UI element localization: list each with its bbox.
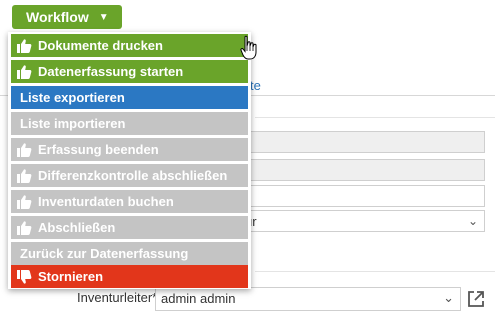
caret-down-icon: ▼ <box>98 11 109 23</box>
tab-link-fragment[interactable]: te <box>250 78 261 93</box>
menu-item-stornieren[interactable]: Stornieren <box>11 265 248 288</box>
workflow-menu: Dokumente drucken Datenerfassung starten… <box>8 32 251 289</box>
text-field[interactable] <box>240 185 485 207</box>
chevron-down-icon[interactable]: ⌄ <box>443 290 454 306</box>
workflow-button-label: Workflow <box>26 9 89 25</box>
menu-item-label: Inventurdaten buchen <box>38 194 174 209</box>
select-field[interactable]: ur ⌄ <box>240 210 485 232</box>
section-divider <box>255 117 495 118</box>
menu-item-erfassung-beenden[interactable]: Erfassung beenden <box>11 138 248 161</box>
thumbs-up-icon <box>17 142 32 157</box>
menu-item-label: Liste exportieren <box>20 90 125 105</box>
thumbs-up-icon <box>17 168 32 183</box>
menu-item-abschliessen[interactable]: Abschließen <box>11 216 248 239</box>
menu-item-datenerfassung-starten[interactable]: Datenerfassung starten <box>11 60 248 83</box>
menu-item-differenzkontrolle-abschliessen[interactable]: Differenzkontrolle abschließen <box>11 164 248 187</box>
menu-item-inventurdaten-buchen[interactable]: Inventurdaten buchen <box>11 190 248 213</box>
thumbs-up-icon <box>17 64 32 79</box>
inventory-manager-select[interactable]: admin admin ⌄ <box>155 287 461 311</box>
menu-item-label: Stornieren <box>38 269 104 284</box>
menu-item-liste-importieren[interactable]: Liste importieren <box>11 112 248 135</box>
menu-item-label: Abschließen <box>38 220 116 235</box>
menu-item-dokumente-drucken[interactable]: Dokumente drucken <box>11 34 248 57</box>
section-divider-2 <box>255 271 495 272</box>
workflow-button[interactable]: Workflow ▼ <box>12 5 122 29</box>
readonly-field-2 <box>240 159 485 181</box>
menu-item-zurueck-zur-datenerfassung[interactable]: Zurück zur Datenerfassung <box>11 242 248 265</box>
menu-item-liste-exportieren[interactable]: Liste exportieren <box>11 86 248 109</box>
menu-item-label: Zurück zur Datenerfassung <box>20 246 189 261</box>
menu-item-label: Datenerfassung starten <box>38 64 184 79</box>
thumbs-up-icon <box>17 194 32 209</box>
thumbs-up-icon <box>17 38 32 53</box>
menu-item-label: Liste importieren <box>20 116 126 131</box>
menu-item-label: Dokumente drucken <box>38 38 163 53</box>
thumbs-up-icon <box>17 220 32 235</box>
thumbs-down-icon <box>17 269 32 284</box>
external-link-icon[interactable] <box>466 289 486 309</box>
readonly-field-1 <box>240 131 485 153</box>
chevron-down-icon: ⌄ <box>467 214 478 228</box>
inventory-manager-label: Inventurleiter* <box>77 290 158 305</box>
hand-cursor-icon <box>240 35 258 61</box>
menu-item-label: Erfassung beenden <box>38 142 159 157</box>
menu-item-label: Differenzkontrolle abschließen <box>38 168 228 183</box>
inventory-manager-value: admin admin <box>161 291 236 306</box>
